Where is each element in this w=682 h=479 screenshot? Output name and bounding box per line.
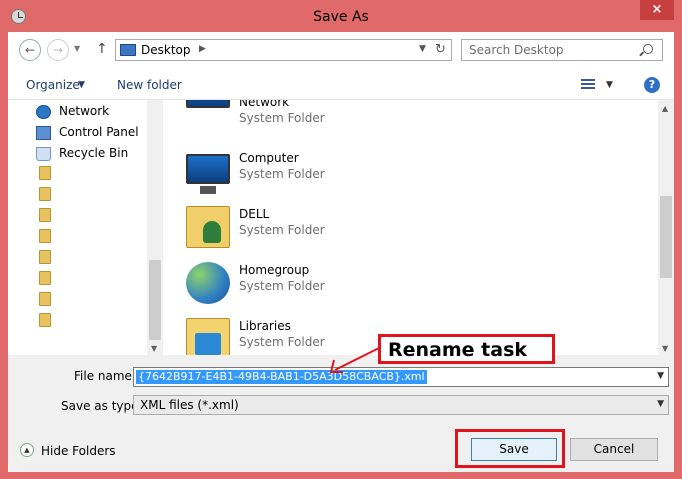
file-name-label: File name: [74, 369, 136, 383]
hide-folders-button[interactable]: Hide Folders [41, 444, 116, 458]
nav-pane-scroll-thumb[interactable] [149, 260, 161, 340]
chevron-down-icon[interactable]: ▼ [657, 399, 664, 409]
dialog-client-area: ← → ▼ ↑ Desktop ▶ ▼ ↻ Search Desktop Org… [8, 32, 674, 472]
homegroup-icon [186, 262, 230, 304]
folder-icon[interactable] [39, 250, 51, 264]
file-name-value[interactable]: {7642B917-E4B1-49B4-BAB1-D5A3D58CBACB}.x… [136, 370, 427, 384]
help-icon[interactable]: ? [644, 77, 660, 93]
address-dropdown-icon[interactable]: ▼ [419, 44, 426, 54]
nav-item-label: Recycle Bin [59, 146, 129, 160]
file-type: System Folder [239, 111, 325, 125]
file-type: System Folder [239, 223, 325, 237]
list-item-computer[interactable]: Computer System Folder [186, 144, 486, 200]
file-name: DELL [239, 207, 270, 221]
list-item-dell[interactable]: DELL System Folder [186, 200, 486, 256]
callout-text: Rename task [388, 339, 528, 361]
file-list-scroll-thumb[interactable] [660, 196, 672, 278]
callout-arrow-icon [329, 347, 380, 373]
network-icon [186, 100, 230, 108]
file-type: System Folder [239, 167, 325, 181]
recycle-bin-icon [36, 147, 51, 161]
recent-locations-chevron-icon[interactable]: ▼ [74, 44, 80, 53]
file-name: Computer [239, 151, 299, 165]
new-folder-button[interactable]: New folder [117, 78, 182, 92]
folder-icon[interactable] [39, 166, 51, 180]
refresh-icon[interactable]: ↻ [435, 42, 446, 57]
address-location[interactable]: Desktop [141, 43, 191, 57]
folder-icon[interactable] [39, 229, 51, 243]
folder-icon[interactable] [39, 208, 51, 222]
file-name-field[interactable]: {7642B917-E4B1-49B4-BAB1-D5A3D58CBACB}.x… [133, 367, 669, 387]
save-as-type-value: XML files (*.xml) [140, 398, 239, 412]
network-icon [36, 105, 51, 119]
chevron-down-icon[interactable]: ▼ [657, 371, 664, 381]
file-type: System Folder [239, 279, 325, 293]
up-arrow-icon[interactable]: ↑ [96, 41, 108, 57]
list-item-network[interactable]: Network System Folder [186, 100, 486, 144]
cancel-button[interactable]: Cancel [570, 438, 658, 461]
command-bar: Organize ▼ New folder ▼ ? [8, 70, 674, 100]
scroll-up-icon[interactable]: ▲ [662, 104, 668, 113]
forward-arrow-icon[interactable]: → [47, 39, 69, 61]
back-arrow-icon[interactable]: ← [19, 39, 41, 61]
list-item-homegroup[interactable]: Homegroup System Folder [186, 256, 486, 312]
folder-icon[interactable] [39, 271, 51, 285]
save-as-type-select[interactable]: XML files (*.xml) ▼ [133, 395, 669, 415]
save-as-dialog: Save As × ← → ▼ ↑ Desktop ▶ ▼ ↻ Search D… [0, 0, 682, 479]
breadcrumb-chevron-icon[interactable]: ▶ [199, 44, 206, 54]
folder-icon[interactable] [39, 292, 51, 306]
file-list: Network System Folder Computer System Fo… [166, 100, 658, 355]
view-options-chevron-icon[interactable]: ▼ [606, 80, 613, 90]
rename-task-callout: Rename task [378, 334, 555, 364]
save-button-highlight [455, 429, 565, 468]
organize-button[interactable]: Organize [26, 78, 80, 92]
address-bar[interactable]: Desktop ▶ ▼ ↻ [115, 39, 452, 61]
desktop-icon [120, 44, 136, 56]
search-placeholder: Search Desktop [469, 43, 564, 57]
libraries-icon [186, 318, 230, 355]
nav-item-label: Control Panel [59, 125, 139, 139]
file-name: Network [239, 100, 290, 109]
search-input[interactable]: Search Desktop [461, 39, 663, 61]
computer-icon [186, 154, 230, 194]
folder-icon[interactable] [39, 187, 51, 201]
window-title: Save As [313, 9, 369, 25]
close-button[interactable]: × [640, 0, 674, 20]
nav-item-label: Network [59, 104, 110, 118]
organize-chevron-icon[interactable]: ▼ [78, 80, 85, 90]
folder-icon[interactable] [39, 313, 51, 327]
search-icon [643, 44, 653, 54]
control-panel-icon [36, 126, 51, 140]
file-name: Homegroup [239, 263, 310, 277]
user-folder-icon [186, 206, 230, 248]
file-name: Libraries [239, 319, 291, 333]
change-view-icon[interactable] [581, 79, 595, 92]
save-as-type-label: Save as type: [61, 399, 143, 413]
hide-folders-chevron-icon[interactable]: ▲ [20, 443, 34, 457]
scroll-down-icon[interactable]: ▼ [662, 344, 668, 353]
navigation-pane: Network Control Panel Recycle Bin ▼ [8, 100, 163, 355]
scroll-down-icon[interactable]: ▼ [151, 344, 157, 353]
title-bar: Save As × [0, 0, 682, 32]
file-type: System Folder [239, 335, 325, 349]
